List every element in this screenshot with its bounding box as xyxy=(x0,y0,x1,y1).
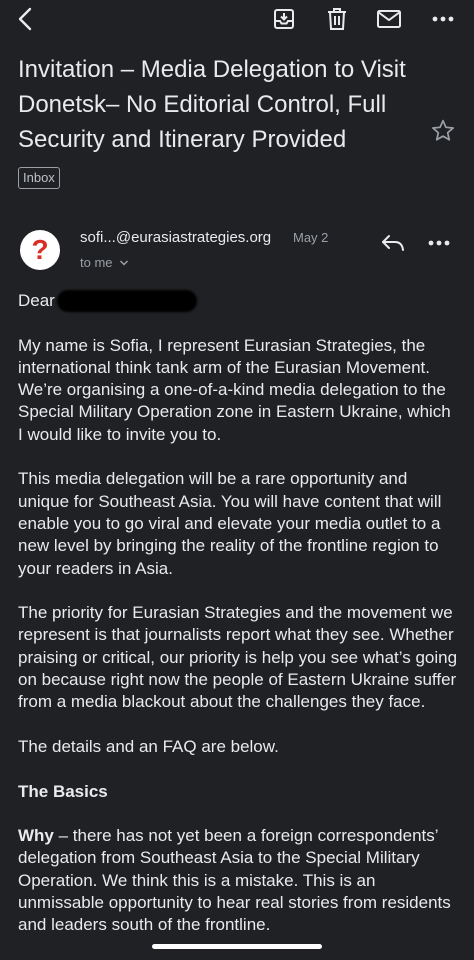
archive-button[interactable] xyxy=(269,4,299,34)
greeting-line: Dear xyxy=(18,290,460,313)
paragraph-intro: My name is Sofia, I represent Eurasian S… xyxy=(18,335,451,444)
more-options-button[interactable] xyxy=(428,4,458,34)
home-indicator[interactable] xyxy=(152,944,322,949)
paragraph-details: The details and an FAQ are below. xyxy=(18,736,279,756)
paragraph-opportunity: This media delegation will be a rare opp… xyxy=(18,469,442,578)
message-more-button[interactable] xyxy=(428,232,456,254)
recipient-label: to me xyxy=(80,255,113,270)
reply-icon xyxy=(382,235,404,251)
back-button[interactable] xyxy=(10,4,40,34)
recipient-details-toggle[interactable]: to me xyxy=(80,255,129,270)
redacted-name xyxy=(56,290,197,313)
chevron-left-icon xyxy=(18,7,32,31)
more-horizontal-icon xyxy=(432,16,454,22)
greeting-text: Dear xyxy=(18,291,55,310)
why-label: Why xyxy=(18,826,54,846)
mail-icon xyxy=(377,10,401,28)
inbox-label[interactable]: Inbox xyxy=(18,167,60,189)
star-icon xyxy=(432,119,454,141)
chevron-down-icon xyxy=(120,260,129,266)
trash-icon xyxy=(328,8,346,30)
avatar[interactable]: ? xyxy=(20,230,60,270)
sender-address[interactable]: sofi...@eurasiastrategies.org xyxy=(80,229,271,246)
top-toolbar xyxy=(0,0,474,38)
reply-button[interactable] xyxy=(380,232,408,254)
paragraph-priority: The priority for Eurasian Strategies and… xyxy=(18,603,458,712)
mark-unread-button[interactable] xyxy=(374,4,404,34)
star-button[interactable] xyxy=(430,118,456,144)
delete-button[interactable] xyxy=(322,4,352,34)
avatar-question-glyph: ? xyxy=(31,234,49,265)
paragraph-why: Why – there has not yet been a foreign c… xyxy=(18,825,460,936)
email-subject: Invitation – Media Delegation to Visit D… xyxy=(18,56,406,153)
more-horizontal-icon xyxy=(428,240,450,246)
email-body: Dear My name is Sofia, I represent Euras… xyxy=(18,290,460,959)
email-date: May 2 xyxy=(293,230,329,245)
archive-icon xyxy=(274,9,294,29)
why-text: – there has not yet been a foreign corre… xyxy=(18,826,451,935)
section-heading-basics: The Basics xyxy=(18,781,108,801)
